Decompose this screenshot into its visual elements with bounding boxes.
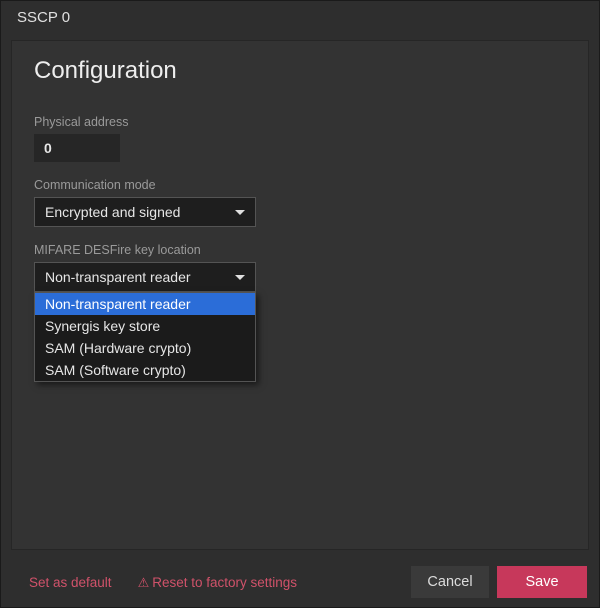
key-location-selected: Non-transparent reader — [45, 269, 191, 285]
reset-factory-link[interactable]: ⚠ Reset to factory settings — [138, 571, 297, 594]
form-body: Physical address Communication mode Encr… — [12, 103, 588, 320]
key-location-dropdown-wrapper: Non-transparent reader Non-transparent r… — [34, 262, 566, 292]
reset-factory-label: Reset to factory settings — [152, 575, 297, 590]
panel-heading: Configuration — [12, 41, 588, 103]
physical-address-group: Physical address — [34, 115, 566, 162]
cancel-button[interactable]: Cancel — [411, 566, 489, 598]
communication-mode-select[interactable]: Encrypted and signed — [34, 197, 256, 227]
key-location-select[interactable]: Non-transparent reader — [34, 262, 256, 292]
physical-address-label: Physical address — [34, 115, 566, 129]
key-location-label: MIFARE DESFire key location — [34, 243, 566, 257]
footer-bar: Set as default ⚠ Reset to factory settin… — [1, 557, 599, 607]
key-location-option[interactable]: Synergis key store — [35, 315, 255, 337]
config-panel: Configuration Physical address Communica… — [11, 40, 589, 550]
chevron-down-icon — [235, 210, 245, 215]
chevron-down-icon — [235, 275, 245, 280]
config-window: SSCP 0 Configuration Physical address Co… — [0, 0, 600, 608]
set-default-link[interactable]: Set as default — [29, 571, 112, 594]
communication-mode-group: Communication mode Encrypted and signed — [34, 178, 566, 227]
communication-mode-label: Communication mode — [34, 178, 566, 192]
window-title-text: SSCP 0 — [17, 9, 70, 26]
set-default-label: Set as default — [29, 575, 112, 590]
key-location-option[interactable]: SAM (Software crypto) — [35, 359, 255, 381]
key-location-group: MIFARE DESFire key location Non-transpar… — [34, 243, 566, 292]
communication-mode-selected: Encrypted and signed — [45, 204, 180, 220]
key-location-option[interactable]: SAM (Hardware crypto) — [35, 337, 255, 359]
save-button[interactable]: Save — [497, 566, 587, 598]
key-location-option[interactable]: Non-transparent reader — [35, 293, 255, 315]
warning-icon: ⚠ — [138, 576, 150, 589]
window-title: SSCP 0 — [1, 1, 599, 36]
key-location-dropdown-list: Non-transparent reader Synergis key stor… — [34, 292, 256, 382]
physical-address-input[interactable] — [34, 134, 120, 162]
